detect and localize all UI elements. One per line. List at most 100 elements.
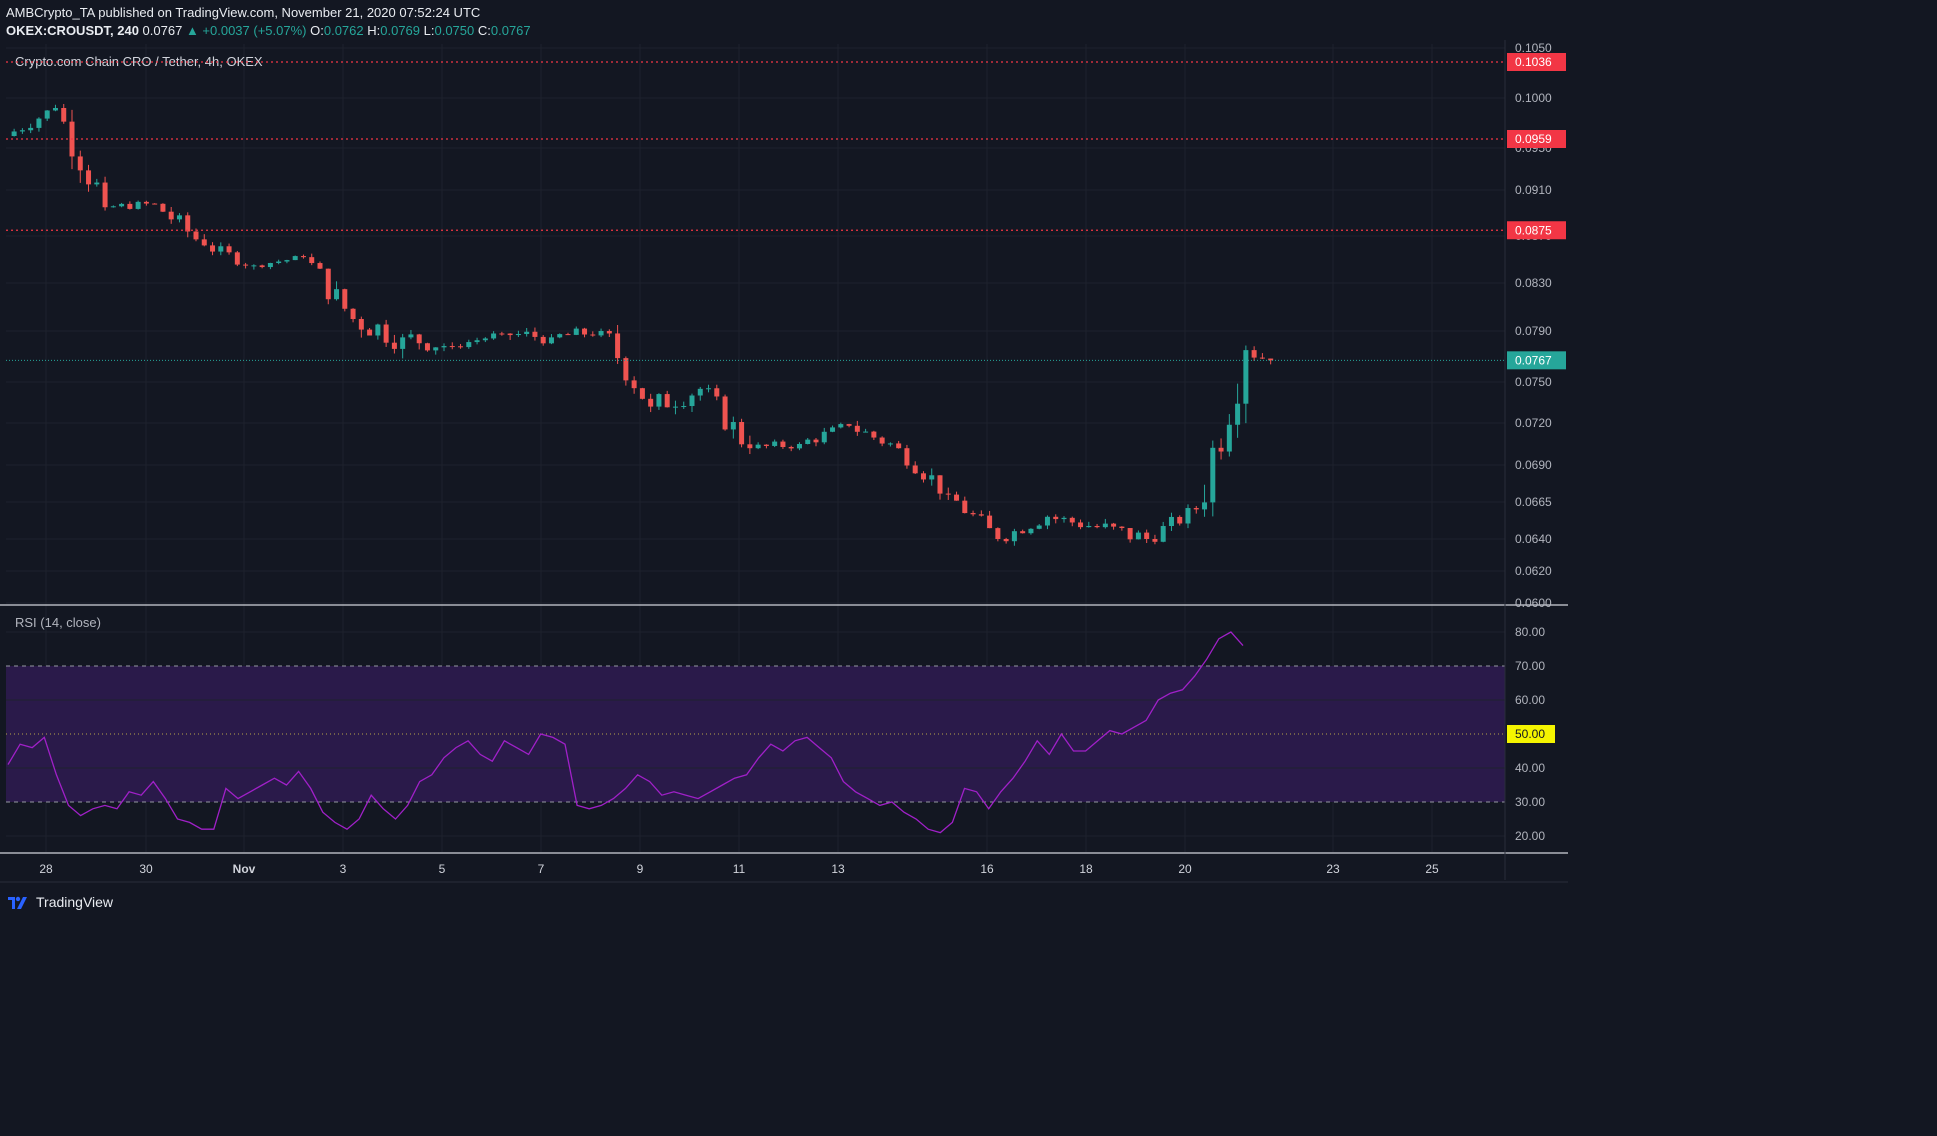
candle-body <box>929 475 935 480</box>
price-axis-tick-label: 0.0640 <box>1515 532 1552 546</box>
candle-body <box>102 182 108 208</box>
candle-body <box>135 201 141 209</box>
rsi-axis-tick-label: 60.00 <box>1515 693 1545 707</box>
candle-body <box>1020 531 1026 534</box>
candle-body <box>945 493 951 495</box>
candle-body <box>1069 517 1075 523</box>
candle-body <box>639 388 645 399</box>
candle-body <box>1119 526 1125 529</box>
candle-body <box>739 422 745 445</box>
price-axis-tick-label: 0.1000 <box>1515 91 1552 105</box>
candle-body <box>1094 525 1100 528</box>
rsi-axis-tick-label: 80.00 <box>1515 625 1545 639</box>
candle-body <box>681 406 687 408</box>
level-badge-label: 0.0959 <box>1515 132 1552 146</box>
time-axis-tick-label: 18 <box>1079 862 1093 876</box>
candle-body <box>358 319 364 330</box>
candle-body <box>714 388 720 397</box>
time-axis-tick-label: 28 <box>39 862 53 876</box>
candle-body <box>706 388 712 390</box>
rsi-axis-tick-label: 40.00 <box>1515 761 1545 775</box>
candle-body <box>1168 516 1174 527</box>
candle-body <box>623 358 629 381</box>
tradingview-branding[interactable]: TradingView <box>8 894 113 910</box>
candle-body <box>598 331 604 336</box>
candle-body <box>722 396 728 430</box>
candle-body <box>1202 502 1208 510</box>
candle-body <box>152 203 158 205</box>
candle-body <box>317 263 323 269</box>
candle-body <box>978 514 984 516</box>
time-axis-tick-label: 11 <box>733 862 746 876</box>
candle-body <box>77 156 83 171</box>
candle-body <box>648 398 654 407</box>
time-axis-tick-label: 5 <box>439 862 446 876</box>
candle-body <box>52 108 58 111</box>
candle-body <box>507 333 513 336</box>
candle-body <box>1144 532 1150 539</box>
candle-body <box>846 424 852 426</box>
candle-body <box>1102 523 1108 528</box>
candle-body <box>168 211 174 220</box>
candle-body <box>937 475 943 494</box>
candle-body <box>292 256 298 261</box>
candle-body <box>325 268 331 300</box>
candle-body <box>772 441 778 446</box>
price-axis-tick-label: 0.0690 <box>1515 458 1552 472</box>
candle-body <box>251 265 257 267</box>
candle-body <box>466 342 472 348</box>
candle-body <box>185 215 191 232</box>
price-axis-tick-label: 0.0620 <box>1515 564 1552 578</box>
candle-body <box>400 337 406 349</box>
candle-body <box>44 110 50 119</box>
candle-body <box>573 328 579 335</box>
candle-body <box>28 127 34 131</box>
candle-body <box>1036 525 1042 529</box>
candle-body <box>854 425 860 432</box>
candle-body <box>1235 403 1241 425</box>
candle-body <box>796 444 802 449</box>
candle-body <box>1185 508 1191 524</box>
candle-body <box>606 331 612 334</box>
candle-body <box>1210 447 1216 503</box>
time-axis-tick-label: 3 <box>340 862 347 876</box>
candle-body <box>1226 424 1232 452</box>
price-axis-tick-label: 0.0600 <box>1515 596 1552 610</box>
candle-body <box>309 257 315 264</box>
candle-body <box>284 260 290 262</box>
price-and-rsi-chart[interactable]: Crypto.com Chain CRO / Tether, 4h, OKEX0… <box>0 0 1568 920</box>
candle-body <box>582 328 588 335</box>
candle-body <box>962 500 968 514</box>
candle-body <box>110 206 116 208</box>
candle-body <box>36 118 42 128</box>
candle-body <box>176 215 182 220</box>
candle-body <box>1061 517 1067 520</box>
price-axis-tick-label: 0.0665 <box>1515 495 1552 509</box>
candle-body <box>1028 528 1034 534</box>
candle-body <box>1177 516 1183 524</box>
candle-body <box>1251 350 1257 358</box>
candle-body <box>226 246 232 253</box>
time-axis-tick-label: 9 <box>637 862 644 876</box>
candle-body <box>11 131 17 136</box>
rsi-title: RSI (14, close) <box>15 615 101 630</box>
candle-body <box>995 528 1001 539</box>
candle-body <box>342 289 348 309</box>
candle-body <box>788 447 794 449</box>
candle-body <box>838 424 844 428</box>
candle-body <box>1086 525 1092 528</box>
candle-body <box>424 343 430 351</box>
candle-body <box>474 340 480 343</box>
candle-body <box>1111 523 1117 527</box>
candle-body <box>300 256 306 258</box>
candle-body <box>887 443 893 445</box>
time-axis-tick-label: 23 <box>1326 862 1340 876</box>
candle-body <box>615 333 621 359</box>
candle-body <box>276 261 282 263</box>
candle-body <box>491 333 497 339</box>
candle-body <box>193 231 199 240</box>
candle-body <box>1259 357 1265 359</box>
candle-body <box>730 422 736 430</box>
candle-body <box>259 265 265 268</box>
time-axis-tick-label: 20 <box>1178 862 1192 876</box>
